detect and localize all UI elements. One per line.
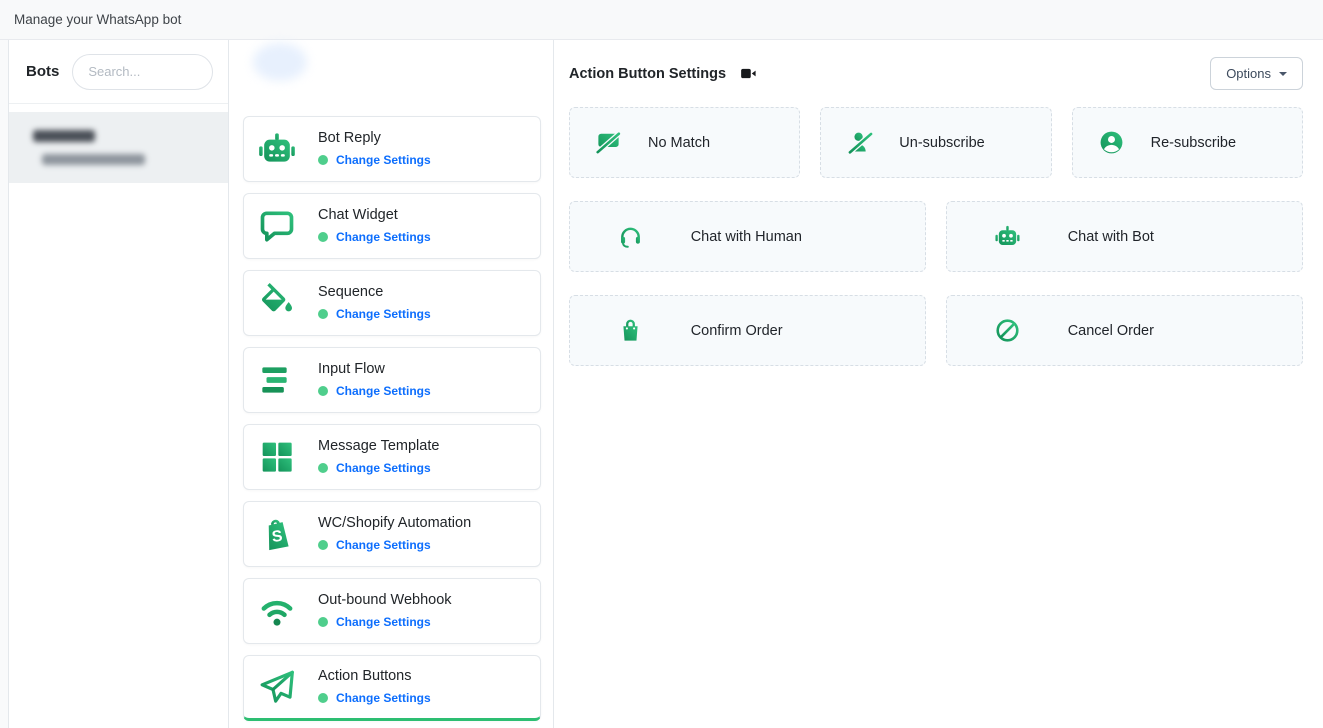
person-slash-icon [821, 129, 899, 156]
feature-title: Chat Widget [318, 208, 431, 223]
action-label: Confirm Order [691, 323, 783, 339]
feature-card-chat-widget[interactable]: Chat Widget Change Settings [243, 193, 541, 259]
chat-slash-icon [570, 129, 648, 156]
video-camera-icon[interactable] [740, 65, 757, 82]
chevron-down-icon [1279, 72, 1287, 76]
robot-icon [947, 223, 1068, 250]
feature-card-out-bound-webhook[interactable]: Out-bound Webhook Change Settings [243, 578, 541, 644]
status-dot-icon [318, 463, 328, 473]
blurred-badge [253, 43, 307, 81]
search-input[interactable] [72, 54, 213, 90]
action-settings-panel: Action Button Settings Options No Match U… [554, 40, 1323, 728]
person-circle-icon [1073, 129, 1151, 156]
action-card-no-match[interactable]: No Match [569, 107, 800, 178]
bots-sidebar: Bots [9, 40, 229, 728]
main-layout: Bots Bot ReplyChange SettingsChat Widget… [8, 40, 1323, 728]
change-settings-link[interactable]: Change Settings [336, 538, 431, 552]
feature-list: Bot Reply Change Settings Chat Widget Chang… [243, 116, 553, 721]
options-button-label: Options [1226, 66, 1271, 81]
shopping-bag-icon [570, 317, 691, 344]
action-card-un-subscribe[interactable]: Un-subscribe [820, 107, 1051, 178]
feature-title: Input Flow [318, 362, 431, 377]
action-label: Re-subscribe [1151, 135, 1236, 151]
redacted-bot-name [33, 130, 95, 142]
ban-icon [947, 317, 1068, 344]
feature-card-wc-shopify-automation[interactable]: S WC/Shopify Automation Change Settings [243, 501, 541, 567]
change-settings-link[interactable]: Change Settings [336, 615, 431, 629]
action-card-chat-with-bot[interactable]: Chat with Bot [946, 201, 1303, 272]
action-row-2: Chat with Human Chat with Bot [569, 201, 1303, 272]
options-button[interactable]: Options [1210, 57, 1303, 90]
feature-card-bot-reply[interactable]: Bot Reply Change Settings [243, 116, 541, 182]
grid-icon [256, 436, 298, 478]
action-label: No Match [648, 135, 710, 151]
wifi-icon [256, 590, 298, 632]
action-label: Cancel Order [1068, 323, 1154, 339]
paint-bucket-icon [256, 282, 298, 324]
action-label: Un-subscribe [899, 135, 984, 151]
feature-title: Sequence [318, 285, 431, 300]
feature-card-input-flow[interactable]: Input Flow Change Settings [243, 347, 541, 413]
feature-title: WC/Shopify Automation [318, 516, 471, 531]
panel-title: Action Button Settings [569, 66, 726, 82]
status-dot-icon [318, 155, 328, 165]
feature-card-action-buttons[interactable]: Action Buttons Change Settings [243, 655, 541, 721]
robot-icon [256, 128, 298, 170]
list-bars-icon [256, 359, 298, 401]
status-dot-icon [318, 693, 328, 703]
change-settings-link[interactable]: Change Settings [336, 384, 431, 398]
change-settings-link[interactable]: Change Settings [336, 307, 431, 321]
redacted-bot-phone [42, 154, 145, 165]
page-title: Manage your WhatsApp bot [14, 12, 181, 27]
action-label: Chat with Human [691, 229, 802, 245]
top-header-bar: Manage your WhatsApp bot [0, 0, 1323, 40]
feature-column: Bot Reply Change Settings Chat Widget Chang… [229, 40, 554, 728]
feature-title: Out-bound Webhook [318, 593, 452, 608]
paper-plane-icon [256, 666, 298, 708]
chat-bubble-icon [256, 205, 298, 247]
status-dot-icon [318, 309, 328, 319]
change-settings-link[interactable]: Change Settings [336, 153, 431, 167]
sidebar-title: Bots [26, 63, 59, 80]
status-dot-icon [318, 540, 328, 550]
svg-text:S: S [271, 528, 284, 546]
feature-title: Bot Reply [318, 131, 431, 146]
change-settings-link[interactable]: Change Settings [336, 461, 431, 475]
status-dot-icon [318, 617, 328, 627]
bot-list-item-selected[interactable] [9, 112, 228, 183]
change-settings-link[interactable]: Change Settings [336, 691, 431, 705]
panel-header: Action Button Settings Options [569, 40, 1303, 107]
action-button-grid: No Match Un-subscribe Re-subscribe Chat wit… [569, 107, 1303, 366]
status-dot-icon [318, 386, 328, 396]
shopify-icon: S [256, 513, 298, 555]
action-card-re-subscribe[interactable]: Re-subscribe [1072, 107, 1303, 178]
action-card-chat-with-human[interactable]: Chat with Human [569, 201, 926, 272]
change-settings-link[interactable]: Change Settings [336, 230, 431, 244]
action-row-1: No Match Un-subscribe Re-subscribe [569, 107, 1303, 178]
action-card-cancel-order[interactable]: Cancel Order [946, 295, 1303, 366]
feature-title: Action Buttons [318, 669, 431, 684]
action-label: Chat with Bot [1068, 229, 1154, 245]
feature-card-sequence[interactable]: Sequence Change Settings [243, 270, 541, 336]
sidebar-header: Bots [9, 40, 228, 104]
action-card-confirm-order[interactable]: Confirm Order [569, 295, 926, 366]
headset-icon [570, 223, 691, 250]
status-dot-icon [318, 232, 328, 242]
feature-title: Message Template [318, 439, 439, 454]
action-row-3: Confirm Order Cancel Order [569, 295, 1303, 366]
feature-card-message-template[interactable]: Message Template Change Settings [243, 424, 541, 490]
